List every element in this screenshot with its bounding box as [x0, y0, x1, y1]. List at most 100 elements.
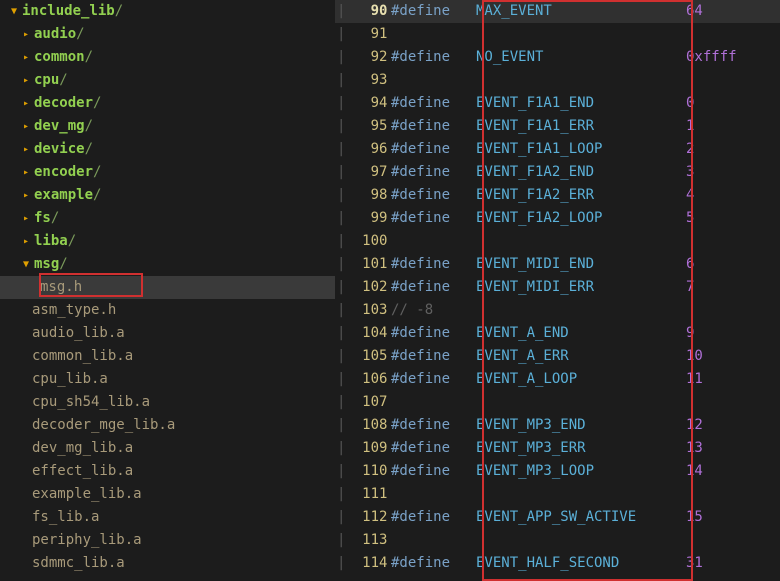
- line-number: 91: [347, 23, 387, 46]
- macro-value: 6: [686, 253, 694, 276]
- macro-name: EVENT_A_LOOP: [476, 371, 577, 387]
- dir-label: liba: [34, 230, 68, 253]
- macro-name: EVENT_MP3_LOOP: [476, 463, 594, 479]
- chevron-right-icon: ▸: [20, 46, 32, 69]
- dir-label: audio: [34, 23, 76, 46]
- code-line[interactable]: |104#defineEVENT_A_END9: [335, 322, 780, 345]
- tree-file[interactable]: asm_type.h: [0, 299, 335, 322]
- tree-file[interactable]: common_lib.a: [0, 345, 335, 368]
- tree-dir[interactable]: ▸encoder/: [0, 161, 335, 184]
- define-keyword: #define: [391, 279, 450, 295]
- code-editor[interactable]: |90#defineMAX_EVENT64|91|92#defineNO_EVE…: [335, 0, 780, 581]
- code-line[interactable]: |96#defineEVENT_F1A1_LOOP2: [335, 138, 780, 161]
- tree-file[interactable]: audio_lib.a: [0, 322, 335, 345]
- file-label: periphy_lib.a: [32, 529, 142, 552]
- code-line[interactable]: |106#defineEVENT_A_LOOP11: [335, 368, 780, 391]
- chevron-right-icon: ▸: [20, 184, 32, 207]
- macro-value: 2: [686, 138, 694, 161]
- code-line[interactable]: |114#defineEVENT_HALF_SECOND31: [335, 552, 780, 575]
- tree-file[interactable]: periphy_lib.a: [0, 529, 335, 552]
- define-keyword: #define: [391, 3, 450, 19]
- line-number-gutter: |106: [335, 368, 391, 391]
- code-line[interactable]: |100: [335, 230, 780, 253]
- file-label: audio_lib.a: [32, 322, 125, 345]
- tree-file[interactable]: sdmmc_lib.a: [0, 552, 335, 575]
- define-keyword: #define: [391, 509, 450, 525]
- code-line[interactable]: |94#defineEVENT_F1A1_END0: [335, 92, 780, 115]
- code-line[interactable]: |95#defineEVENT_F1A1_ERR1: [335, 115, 780, 138]
- code-line[interactable]: |101#defineEVENT_MIDI_END6: [335, 253, 780, 276]
- code-line[interactable]: |91: [335, 23, 780, 46]
- file-tree-sidebar[interactable]: ▼ include_lib/ ▸audio/▸common/▸cpu/▸deco…: [0, 0, 335, 581]
- line-number: 95: [347, 115, 387, 138]
- define-keyword: #define: [391, 325, 450, 341]
- file-label: example_lib.a: [32, 483, 142, 506]
- tree-dir[interactable]: ▼msg/: [0, 253, 335, 276]
- code-line[interactable]: |108#defineEVENT_MP3_END12: [335, 414, 780, 437]
- code-line[interactable]: |110#defineEVENT_MP3_LOOP14: [335, 460, 780, 483]
- tree-file[interactable]: fs_lib.a: [0, 506, 335, 529]
- code-line[interactable]: |107: [335, 391, 780, 414]
- line-number: 99: [347, 207, 387, 230]
- define-keyword: #define: [391, 555, 450, 571]
- line-number: 108: [347, 414, 387, 437]
- tree-dir[interactable]: ▸cpu/: [0, 69, 335, 92]
- tree-file[interactable]: effect_lib.a: [0, 460, 335, 483]
- macro-value: 12: [686, 414, 703, 437]
- file-label: msg.h: [40, 276, 82, 299]
- macro-name: EVENT_F1A1_ERR: [476, 118, 594, 134]
- line-number-gutter: |93: [335, 69, 391, 92]
- tree-dir[interactable]: ▸example/: [0, 184, 335, 207]
- macro-name: NO_EVENT: [476, 49, 543, 65]
- tree-file[interactable]: example_lib.a: [0, 483, 335, 506]
- tree-file[interactable]: decoder_mge_lib.a: [0, 414, 335, 437]
- macro-value: 9: [686, 322, 694, 345]
- tree-dir[interactable]: ▸common/: [0, 46, 335, 69]
- file-label: effect_lib.a: [32, 460, 133, 483]
- tree-file[interactable]: dev_mg_lib.a: [0, 437, 335, 460]
- tree-dir[interactable]: ▸decoder/: [0, 92, 335, 115]
- chevron-right-icon: ▸: [20, 138, 32, 161]
- code-line[interactable]: |97#defineEVENT_F1A2_END3: [335, 161, 780, 184]
- tree-root[interactable]: ▼ include_lib/: [0, 0, 335, 23]
- macro-name: EVENT_MIDI_ERR: [476, 279, 594, 295]
- macro-name: EVENT_APP_SW_ACTIVE: [476, 509, 636, 525]
- code-line[interactable]: |111: [335, 483, 780, 506]
- define-keyword: #define: [391, 187, 450, 203]
- line-number-gutter: |112: [335, 506, 391, 529]
- code-line[interactable]: |105#defineEVENT_A_ERR10: [335, 345, 780, 368]
- macro-value: 7: [686, 276, 694, 299]
- line-number-gutter: |107: [335, 391, 391, 414]
- code-line[interactable]: |90#defineMAX_EVENT64: [335, 0, 780, 23]
- tree-dir[interactable]: ▸device/: [0, 138, 335, 161]
- code-line[interactable]: |92#defineNO_EVENT0xffff: [335, 46, 780, 69]
- define-keyword: #define: [391, 210, 450, 226]
- tree-file[interactable]: cpu_lib.a: [0, 368, 335, 391]
- code-line[interactable]: |93: [335, 69, 780, 92]
- define-keyword: #define: [391, 256, 450, 272]
- tree-dir[interactable]: ▸dev_mg/: [0, 115, 335, 138]
- dir-label: decoder: [34, 92, 93, 115]
- code-line[interactable]: |102#defineEVENT_MIDI_ERR7: [335, 276, 780, 299]
- define-keyword: #define: [391, 118, 450, 134]
- dir-label: include_lib: [22, 0, 115, 23]
- line-number-gutter: |91: [335, 23, 391, 46]
- code-line[interactable]: |98#defineEVENT_F1A2_ERR4: [335, 184, 780, 207]
- line-number-gutter: |103: [335, 299, 391, 322]
- code-line[interactable]: |109#defineEVENT_MP3_ERR13: [335, 437, 780, 460]
- tree-dir[interactable]: ▸liba/: [0, 230, 335, 253]
- comment-text: // -8: [391, 299, 433, 322]
- line-number: 103: [347, 299, 387, 322]
- chevron-right-icon: ▸: [20, 161, 32, 184]
- code-line[interactable]: |113: [335, 529, 780, 552]
- tree-dir[interactable]: ▸audio/: [0, 23, 335, 46]
- code-line[interactable]: |99#defineEVENT_F1A2_LOOP5: [335, 207, 780, 230]
- code-line[interactable]: |112#defineEVENT_APP_SW_ACTIVE15: [335, 506, 780, 529]
- file-label: common_lib.a: [32, 345, 133, 368]
- tree-file-selected[interactable]: msg.h: [0, 276, 335, 299]
- code-line[interactable]: |103// -8: [335, 299, 780, 322]
- tree-file[interactable]: cpu_sh54_lib.a: [0, 391, 335, 414]
- tree-dir[interactable]: ▸fs/: [0, 207, 335, 230]
- dir-label: device: [34, 138, 85, 161]
- line-number-gutter: |110: [335, 460, 391, 483]
